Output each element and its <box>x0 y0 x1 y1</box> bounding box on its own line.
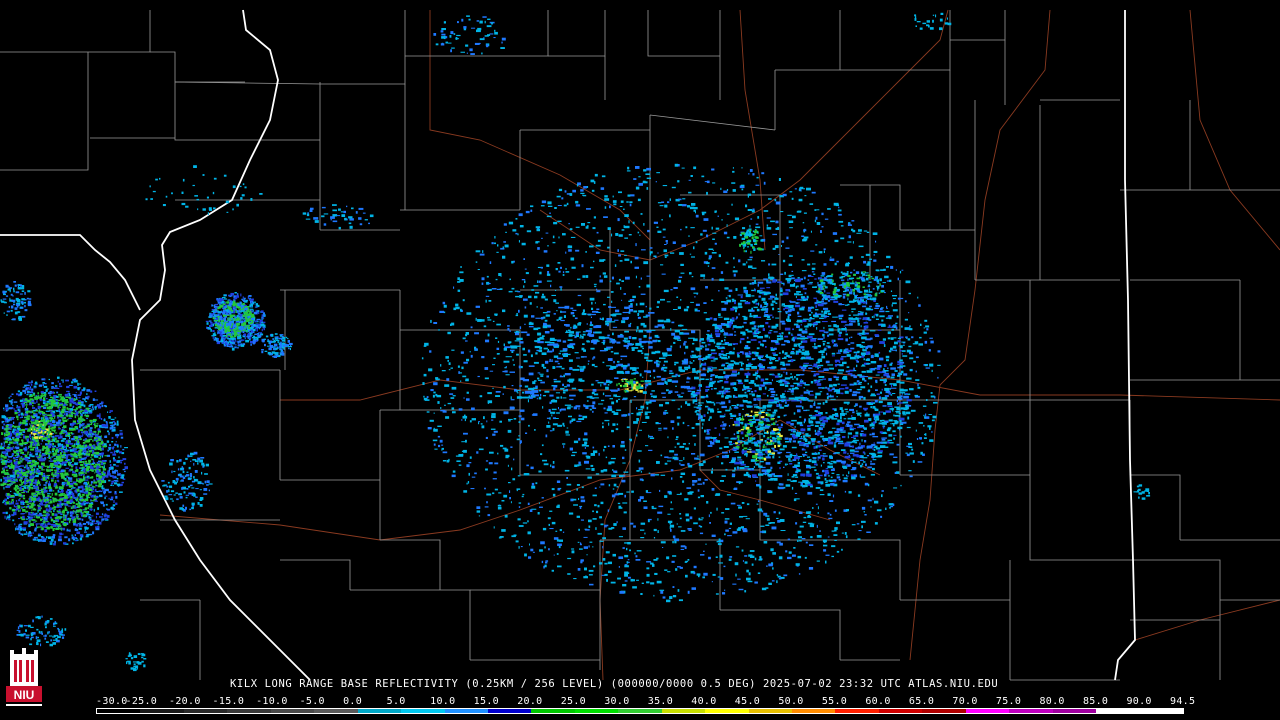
scale-label: -25.0 <box>125 696 158 707</box>
highway-line <box>159 419 781 541</box>
scale-label: -5.0 <box>299 696 325 707</box>
scale-label: 35.0 <box>647 696 674 707</box>
scale-swatch <box>748 709 792 713</box>
county-line <box>280 559 351 590</box>
scale-swatch <box>661 709 706 713</box>
county-line <box>400 329 521 400</box>
county-line <box>0 10 151 53</box>
scale-label: 65.0 <box>908 696 935 707</box>
scale-swatch <box>314 709 358 713</box>
highway-line <box>1189 9 1280 251</box>
scale-label: 20.0 <box>517 696 543 707</box>
scale-label: 25.0 <box>560 696 587 707</box>
scale-label: 80.0 <box>1039 696 1065 707</box>
radar-map <box>0 9 1280 681</box>
scale-label: 0.0 <box>343 696 363 707</box>
niu-logo: NIU <box>2 648 46 718</box>
radar-display: NIU KILX LONG RANGE BASE REFLECTIVITY (0… <box>0 0 1280 720</box>
scale-swatch <box>1009 709 1053 713</box>
county-line <box>840 539 901 600</box>
highway-line <box>939 9 1051 386</box>
scale-swatch <box>922 709 966 713</box>
county-line <box>840 10 951 71</box>
county-line <box>0 52 89 171</box>
state-line-indiana <box>1114 10 1136 681</box>
scale-label: 5.0 <box>386 696 406 707</box>
scale-swatch <box>878 709 923 713</box>
scale-swatch <box>705 709 749 713</box>
county-line <box>720 609 841 660</box>
county-line <box>405 10 549 57</box>
county-line <box>647 10 720 57</box>
scale-swatch <box>401 709 445 713</box>
state-line-iowa <box>0 234 141 311</box>
scale-label: 40.0 <box>691 696 717 707</box>
scale-label: 60.0 <box>865 696 891 707</box>
county-line <box>380 539 441 590</box>
scale-label: 94.5 <box>1170 696 1196 707</box>
scale-label: -10.0 <box>256 696 288 707</box>
reflectivity-echoes <box>0 12 1151 672</box>
scale-label: 30.0 <box>604 696 630 707</box>
highway-line <box>539 9 949 261</box>
scale-label: 10.0 <box>430 696 456 707</box>
county-line <box>775 10 841 71</box>
scale-swatch <box>531 709 575 713</box>
scale-label: -30.0 <box>96 696 128 707</box>
scale-swatch <box>792 709 836 713</box>
scale-label: 70.0 <box>952 696 978 707</box>
county-line <box>1029 475 1130 561</box>
scale-swatch <box>140 709 184 713</box>
county-line <box>548 10 606 57</box>
scale-swatch <box>1139 709 1183 713</box>
highway-line <box>429 10 651 241</box>
scale-label: 45.0 <box>734 696 761 707</box>
county-line <box>174 81 321 85</box>
scale-label: -20.0 <box>169 696 201 707</box>
scale-swatch <box>357 709 402 713</box>
scale-label: 75.0 <box>995 696 1022 707</box>
scale-label: 90.0 <box>1126 696 1152 707</box>
product-caption: KILX LONG RANGE BASE REFLECTIVITY (0.25K… <box>230 678 999 690</box>
scale-swatch <box>270 709 315 713</box>
scale-bar <box>96 708 1184 714</box>
scale-label: 85.0 <box>1082 696 1109 707</box>
scale-swatch <box>965 709 1010 713</box>
scale-label: -15.0 <box>212 696 245 707</box>
scale-swatch <box>1052 709 1097 713</box>
scale-swatch <box>227 709 271 713</box>
scale-swatch <box>618 709 662 713</box>
county-line <box>320 10 406 85</box>
scale-swatch <box>487 709 532 713</box>
scale-label: 55.0 <box>821 696 848 707</box>
highway-line <box>909 384 941 661</box>
county-line <box>649 114 776 131</box>
scale-swatch <box>574 709 619 713</box>
reflectivity-color-scale: -30.0 -25.0 -20.0 -15.0 -10.0 -5.0 0.0 5.0 10.0 1… <box>96 696 1196 718</box>
scale-label: 15.0 <box>473 696 499 707</box>
scale-swatch <box>183 709 228 713</box>
county-line <box>350 589 471 660</box>
scale-swatch <box>1096 709 1140 713</box>
scale-swatch <box>835 709 879 713</box>
scale-labels: -30.0 -25.0 -20.0 -15.0 -10.0 -5.0 0.0 5.0 10.0 1… <box>96 696 1196 708</box>
scale-swatch <box>444 709 488 713</box>
county-line <box>150 51 245 141</box>
scale-swatch <box>97 709 141 713</box>
county-line <box>1130 474 1181 540</box>
scale-label: 50.0 <box>778 696 804 707</box>
county-line <box>950 10 1006 41</box>
